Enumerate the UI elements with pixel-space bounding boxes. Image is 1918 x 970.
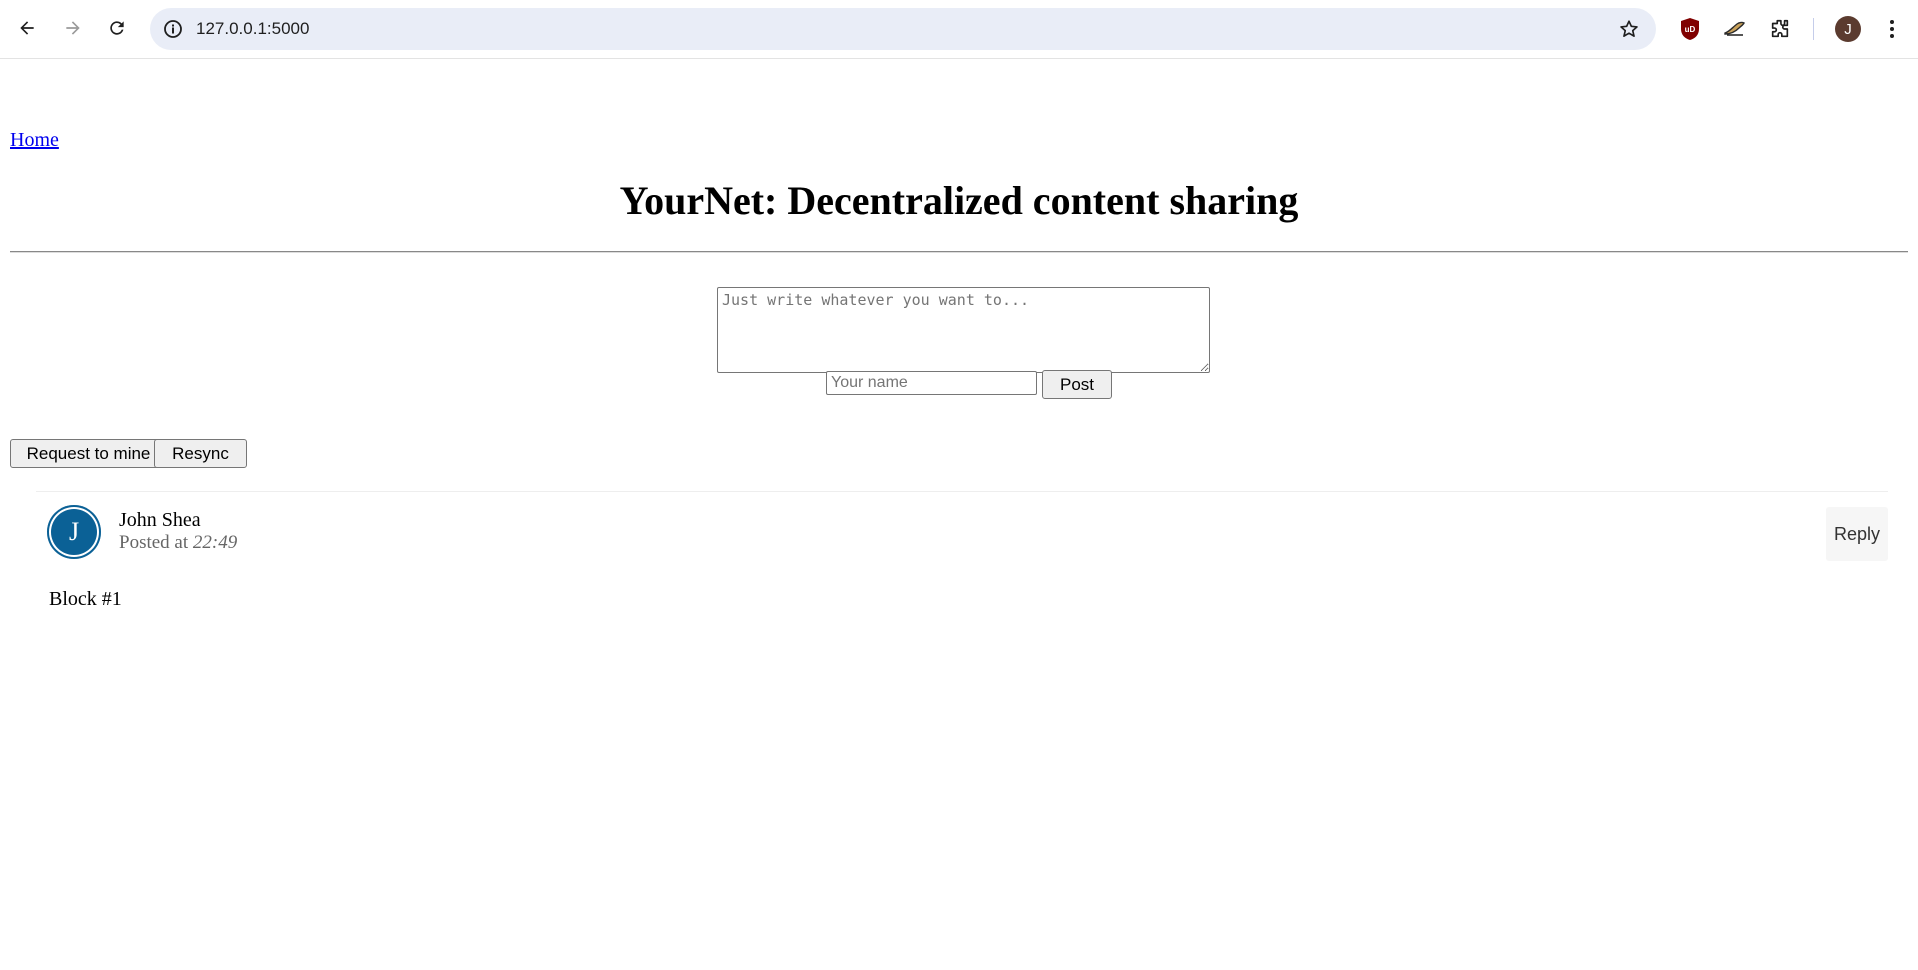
kebab-menu-icon[interactable]	[1882, 16, 1902, 42]
posted-time: 22:49	[192, 532, 238, 553]
forward-arrow-icon[interactable]	[56, 11, 90, 45]
page-title: YourNet: Decentralized content sharing	[619, 178, 1299, 223]
reload-icon[interactable]	[100, 11, 134, 45]
url-text: 127.0.0.1:5000	[196, 19, 310, 38]
toolbar-divider	[1813, 18, 1814, 40]
address-bar[interactable]: 127.0.0.1:5000	[150, 8, 1656, 50]
request-to-mine-button[interactable]: Request to mine	[10, 439, 167, 468]
post-button[interactable]: Post	[1042, 370, 1112, 399]
post-card: J John Shea Posted at 22:49 Reply Block …	[36, 491, 1888, 612]
post-content: Block #1	[49, 588, 122, 610]
header-divider	[10, 251, 1908, 253]
site-info-icon[interactable]	[162, 18, 184, 40]
post-timestamp: Posted at 22:49	[119, 532, 237, 554]
home-link[interactable]: Home	[10, 129, 59, 152]
bookmark-star-icon[interactable]	[1618, 18, 1640, 40]
ublock-icon[interactable]: uD	[1677, 16, 1703, 42]
back-arrow-icon[interactable]	[10, 11, 44, 45]
resync-button[interactable]: Resync	[154, 439, 247, 468]
profile-avatar[interactable]: J	[1835, 16, 1861, 42]
avatar: J	[47, 505, 101, 559]
author-name-input[interactable]	[826, 371, 1037, 395]
reply-button[interactable]: Reply	[1826, 507, 1888, 561]
svg-text:uD: uD	[1685, 25, 1696, 34]
post-content-textarea[interactable]	[717, 287, 1210, 373]
browser-toolbar: 127.0.0.1:5000 uD J	[0, 0, 1918, 59]
puzzle-icon[interactable]	[1767, 16, 1793, 42]
posted-prefix: Posted at	[119, 532, 189, 553]
post-author: John Shea	[119, 509, 201, 531]
extension-icon[interactable]	[1722, 16, 1748, 42]
